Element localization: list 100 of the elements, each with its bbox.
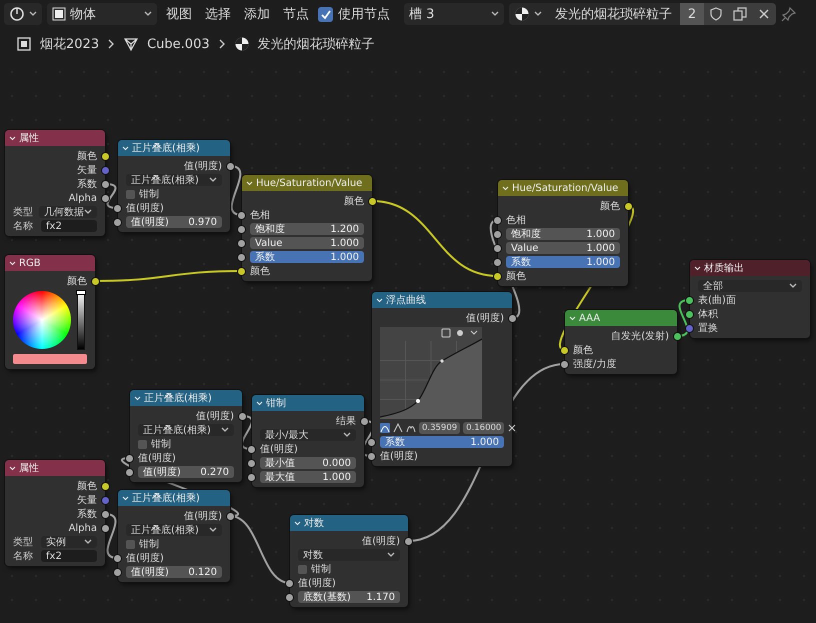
dropdown[interactable]: 全部 (698, 280, 802, 292)
socket-label: 色相 (250, 208, 270, 222)
number-field[interactable]: 值(明度) 0.120 (126, 566, 222, 578)
socket-label: 矢量 (77, 494, 97, 507)
number-field[interactable]: 值(明度) 0.270 (138, 466, 234, 478)
socket-label: Alpha (68, 522, 97, 534)
checkbox-label: 钳制 (139, 538, 159, 551)
socket-label: 颜色 (506, 270, 526, 283)
mode-dropdown[interactable]: 物体 (47, 3, 157, 25)
node-header[interactable]: 浮点曲线 (372, 292, 512, 308)
node-header[interactable]: Hue/Saturation/Value (242, 175, 372, 191)
node-title: AAA (579, 312, 600, 324)
dropdown[interactable]: 实例 (41, 536, 97, 548)
dropdown[interactable]: 正片叠底(相乘) (126, 174, 222, 186)
checkbox-label: 钳制 (311, 562, 331, 576)
text-field[interactable]: fx2 (41, 220, 97, 232)
menu-item[interactable]: 视图 (162, 5, 196, 23)
socket-label: 矢量 (77, 164, 97, 177)
text-field[interactable]: fx2 (41, 550, 97, 562)
socket-label: 值(明度) (126, 552, 164, 565)
menu-item[interactable]: 添加 (240, 5, 274, 23)
property-label: 名称 (13, 550, 34, 563)
socket-label: 颜色 (250, 264, 270, 278)
node-header[interactable]: 对数 (290, 515, 408, 531)
breadcrumb-item[interactable]: 烟花2023 (40, 35, 100, 53)
socket-label: 值(明度) (380, 450, 418, 463)
material-name-field[interactable]: 发光的烟花琐碎粒子 (547, 3, 680, 25)
node-title: 对数 (304, 516, 324, 530)
node-title: 浮点曲线 (386, 294, 426, 307)
checkbox-label: 使用节点 (338, 6, 390, 23)
socket-label: 颜色 (67, 274, 87, 288)
dropdown[interactable]: 对数 (298, 549, 400, 561)
user-count[interactable]: 2 (680, 3, 704, 25)
socket-label: 值(明度) (138, 452, 176, 465)
breadcrumb-item[interactable]: 发光的烟花琐碎粒子 (258, 35, 375, 53)
number-field[interactable]: 系数 1.000 (506, 256, 620, 268)
socket-label: 颜色 (600, 200, 620, 213)
socket-label: 颜色 (573, 344, 593, 357)
socket-label: 自发光(发射) (611, 330, 669, 343)
node-title: 属性 (19, 132, 39, 145)
checkbox-label: 钳制 (151, 438, 171, 451)
node-title: 正片叠底(相乘) (132, 492, 200, 505)
socket-label: 颜色 (77, 480, 97, 493)
node-header[interactable]: 钳制 (252, 395, 364, 411)
node-title: 属性 (19, 462, 39, 475)
socket-label: 颜色 (344, 194, 364, 208)
node-title: 材质输出 (704, 262, 744, 275)
coordinate-field[interactable]: 0.35909 (419, 422, 460, 434)
number-field[interactable]: 系数 1.000 (380, 436, 504, 448)
property-label: 类型 (13, 536, 34, 549)
coordinate-field[interactable]: 0.16000 (463, 422, 504, 434)
dropdown[interactable]: 正片叠底(相乘) (138, 424, 234, 436)
node-title: RGB (19, 258, 41, 268)
socket-label: 值(明度) (126, 202, 164, 215)
number-field[interactable]: Value 1.000 (506, 242, 620, 254)
node-title: 钳制 (266, 396, 286, 410)
number-field[interactable]: 最小值 0.000 (260, 457, 356, 469)
breadcrumb-item[interactable]: Cube.003 (147, 36, 210, 52)
number-field[interactable]: 值(明度) 0.970 (126, 216, 222, 228)
socket-label: 强度/力度 (573, 358, 616, 371)
number-field[interactable]: 底数(基数) 1.170 (298, 591, 400, 603)
socket-label: 系数 (77, 178, 97, 191)
socket-label: 置换 (698, 322, 718, 335)
dropdown[interactable]: 几何数据 (39, 206, 97, 218)
number-field[interactable]: 系数 1.000 (250, 251, 364, 263)
dropdown[interactable]: 最小/最大 (260, 429, 356, 441)
node-title: Hue/Saturation/Value (256, 178, 362, 188)
socket-label: 值(明度) (184, 160, 222, 173)
node-header[interactable]: RGB (5, 255, 95, 271)
property-label: 类型 (13, 206, 34, 219)
socket-label: Alpha (68, 192, 97, 204)
socket-label: 色相 (506, 214, 526, 227)
socket-label: 系数 (77, 508, 97, 521)
menu-item[interactable]: 选择 (201, 5, 235, 23)
checkbox-label: 钳制 (139, 188, 159, 201)
number-field[interactable]: 最大值 1.000 (260, 471, 356, 483)
slot-dropdown[interactable]: 槽 3 (404, 3, 504, 25)
socket-label: 值(明度) (298, 576, 336, 590)
socket-label: 值(明度) (196, 410, 234, 423)
socket-label: 结果 (336, 414, 356, 428)
socket-label: 表(曲)面 (698, 294, 736, 307)
number-field[interactable]: Value 1.000 (250, 237, 364, 249)
node-header[interactable]: 正片叠底(相乘) (118, 140, 230, 156)
node-header[interactable]: 正片叠底(相乘) (118, 490, 230, 506)
node-header[interactable]: 正片叠底(相乘) (130, 390, 242, 406)
node-header[interactable]: AAA (565, 310, 677, 326)
node-title: Hue/Saturation/Value (512, 182, 618, 194)
socket-label: 值(明度) (362, 534, 400, 548)
node-header[interactable]: 属性 (5, 130, 105, 146)
node-header[interactable]: 属性 (5, 460, 105, 476)
socket-label: 值(明度) (466, 312, 504, 325)
socket-label: 颜色 (77, 150, 97, 163)
node-header[interactable]: 材质输出 (690, 260, 810, 276)
node-title: 正片叠底(相乘) (144, 392, 212, 405)
node-header[interactable]: Hue/Saturation/Value (498, 180, 628, 196)
number-field[interactable]: 饱和度 1.200 (250, 223, 364, 235)
menu-item[interactable]: 节点 (279, 5, 313, 23)
socket-label: 值(明度) (260, 442, 298, 456)
number-field[interactable]: 饱和度 1.000 (506, 228, 620, 240)
dropdown[interactable]: 正片叠底(相乘) (126, 524, 222, 536)
